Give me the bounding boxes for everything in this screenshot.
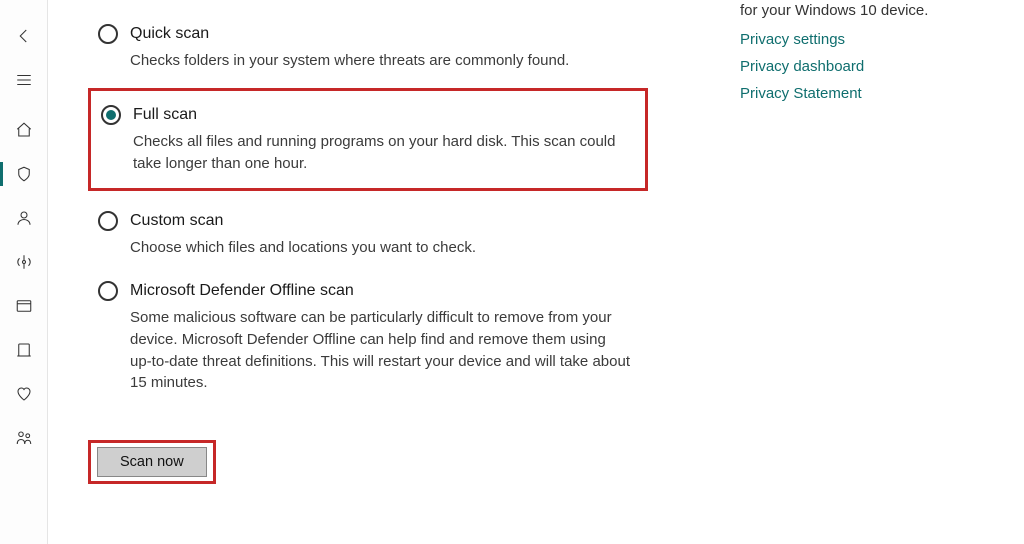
heart-icon[interactable] [0,372,48,416]
option-full-scan[interactable]: Full scan Checks all files and running p… [88,88,648,192]
option-quick-scan[interactable]: Quick scan Checks folders in your system… [88,18,648,78]
scan-options: Quick scan Checks folders in your system… [88,18,648,484]
link-privacy-settings[interactable]: Privacy settings [740,31,1000,48]
radio-full-scan[interactable] [101,105,121,125]
scan-now-button[interactable]: Scan now [97,447,207,477]
shield-icon[interactable] [0,152,48,196]
radio-quick-scan[interactable] [98,24,118,44]
radio-custom-scan[interactable] [98,211,118,231]
option-desc: Checks folders in your system where thre… [130,50,630,72]
option-label: Quick scan [130,25,209,43]
app-browser-icon[interactable] [0,284,48,328]
option-custom-scan[interactable]: Custom scan Choose which files and locat… [88,205,648,265]
link-privacy-dashboard[interactable]: Privacy dashboard [740,58,1000,75]
family-icon[interactable] [0,416,48,460]
option-label: Custom scan [130,212,223,230]
option-label: Microsoft Defender Offline scan [130,282,354,300]
home-icon[interactable] [0,108,48,152]
back-icon[interactable] [0,14,48,58]
network-icon[interactable] [0,240,48,284]
right-panel: for your Windows 10 device. Privacy sett… [740,0,1000,112]
device-icon[interactable] [0,328,48,372]
menu-icon[interactable] [0,58,48,102]
option-desc: Some malicious software can be particula… [130,307,630,394]
radio-offline-scan[interactable] [98,281,118,301]
link-privacy-statement[interactable]: Privacy Statement [740,85,1000,102]
right-panel-text: for your Windows 10 device. [740,0,1000,21]
option-label: Full scan [133,106,197,124]
scan-now-highlight: Scan now [88,440,216,484]
sidebar [0,0,48,544]
option-desc: Checks all files and running programs on… [133,131,633,175]
option-desc: Choose which files and locations you wan… [130,237,630,259]
account-icon[interactable] [0,196,48,240]
option-offline-scan[interactable]: Microsoft Defender Offline scan Some mal… [88,275,648,400]
